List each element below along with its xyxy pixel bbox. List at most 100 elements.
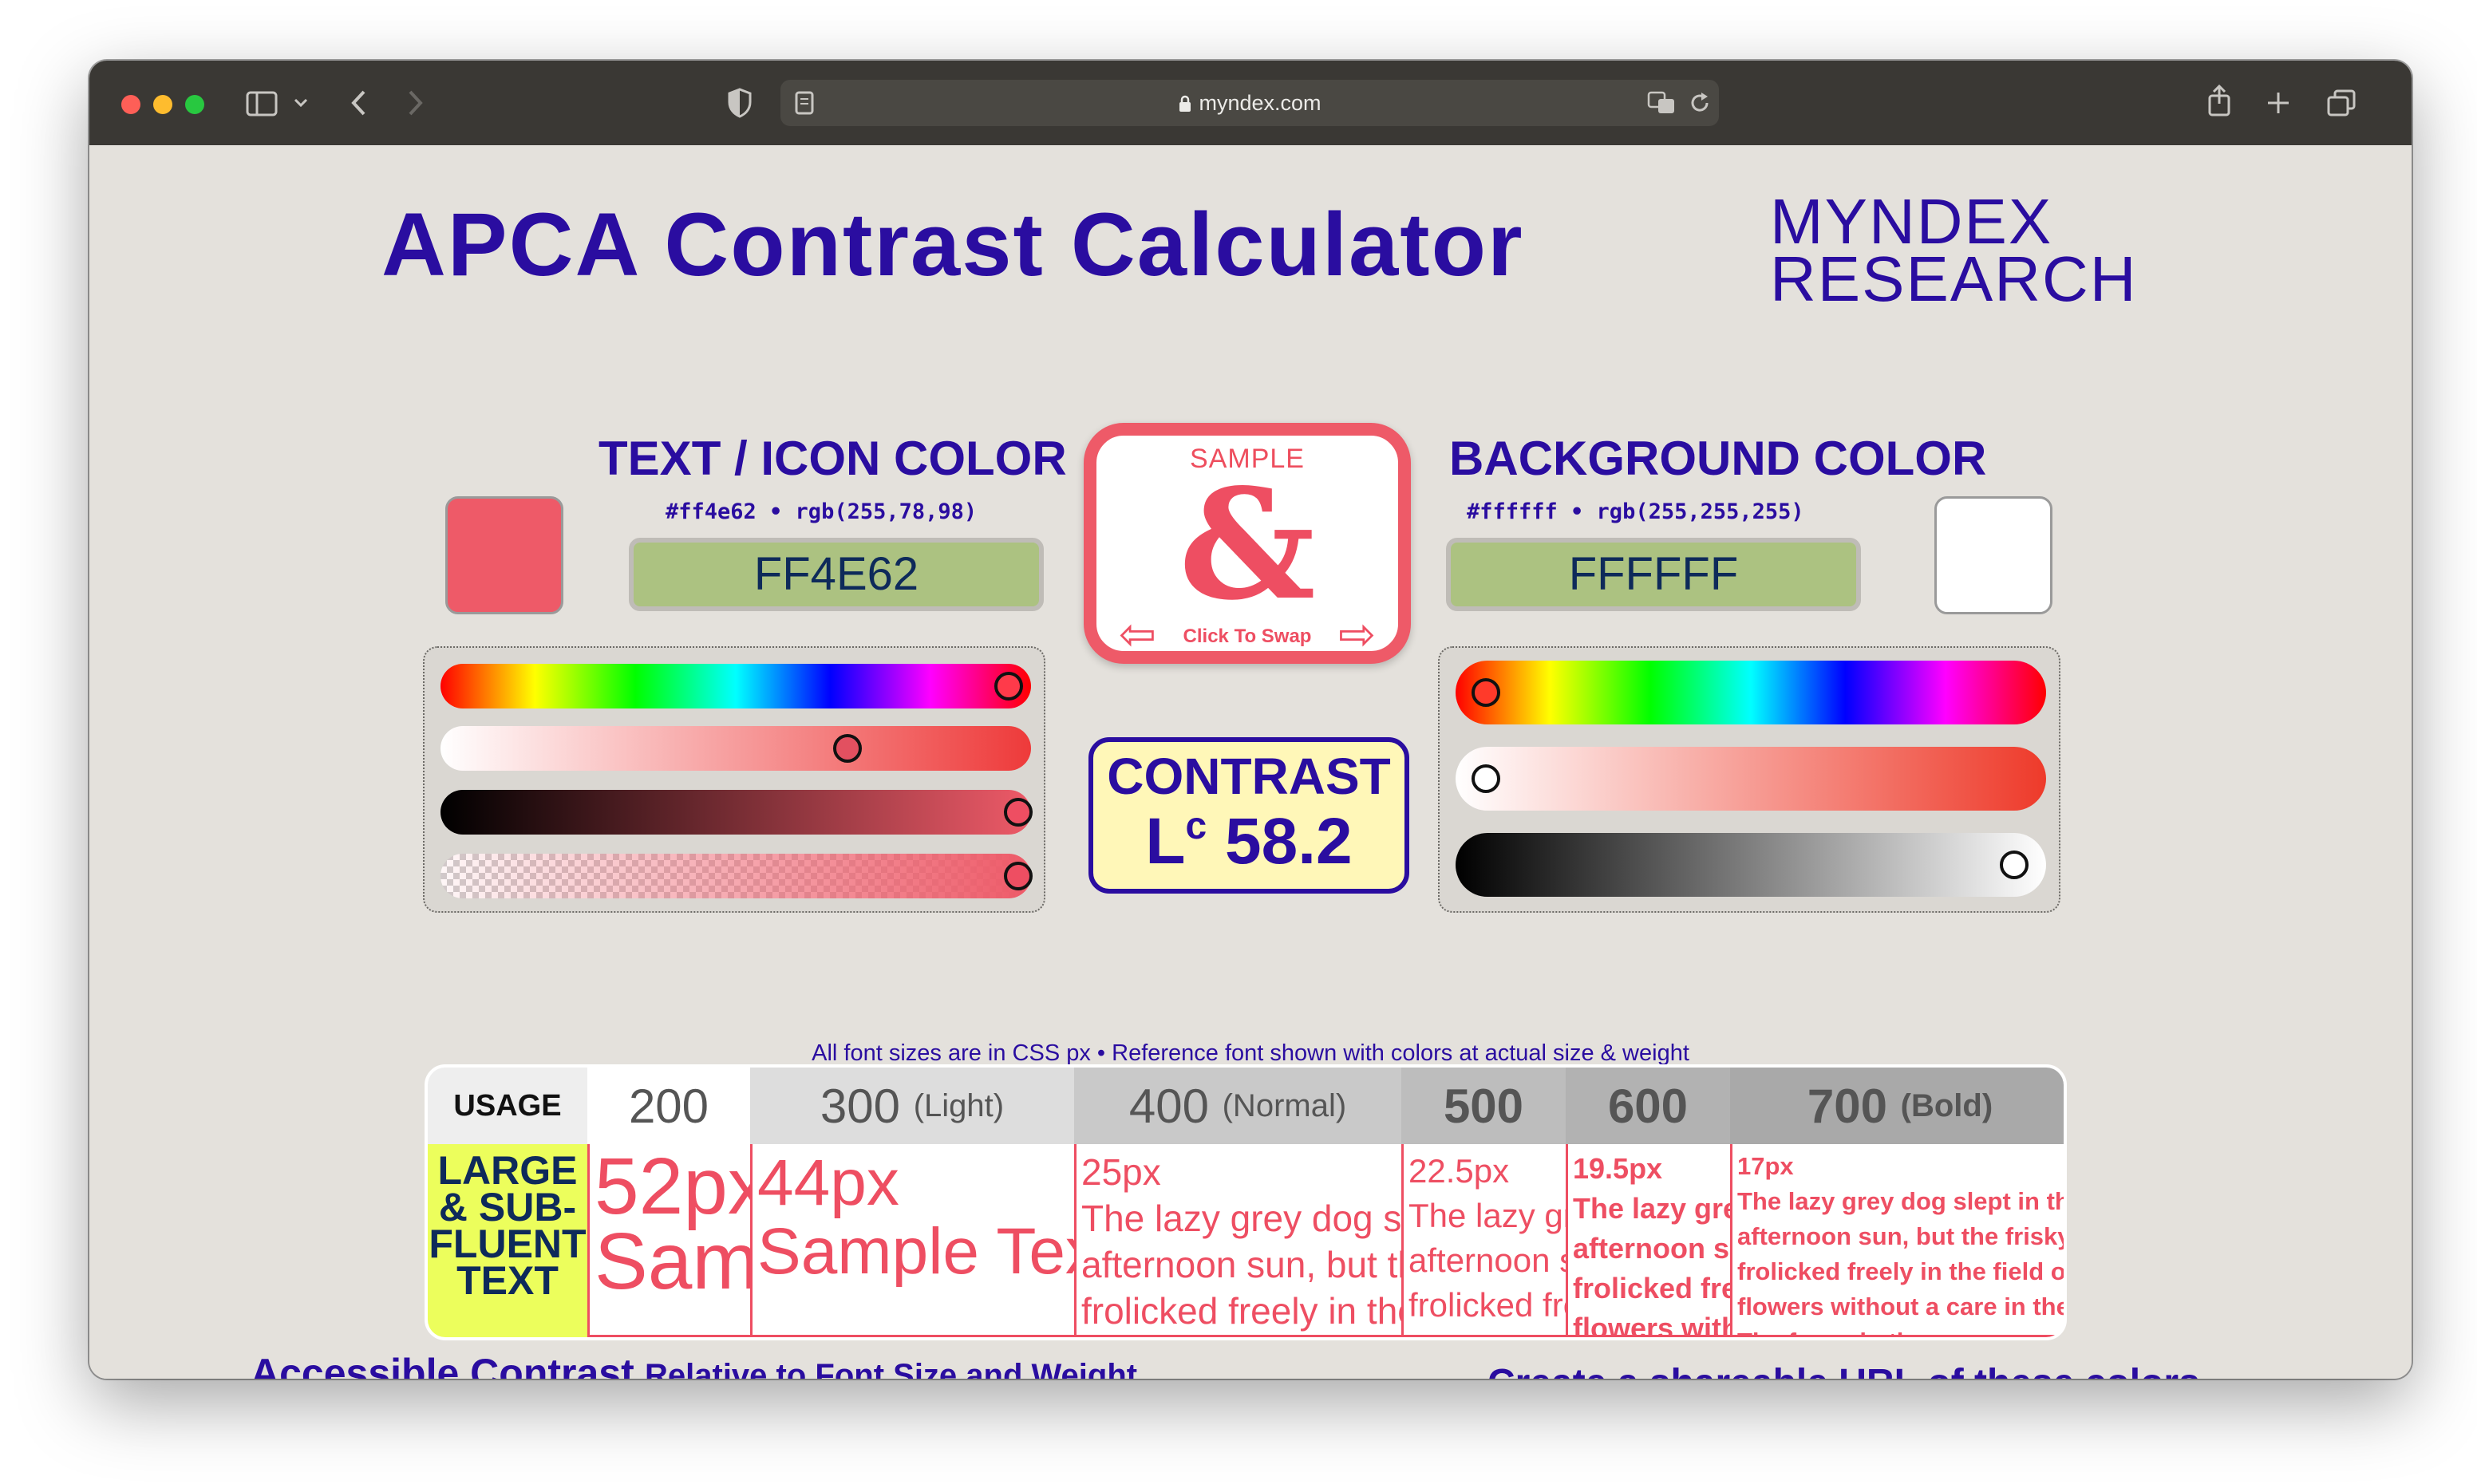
zoom-window-button[interactable] (185, 95, 204, 114)
text-saturation-slider[interactable] (440, 726, 1031, 771)
reload-icon[interactable] (1689, 91, 1711, 115)
sample-text-line: The lazy grey dog slept in the (1737, 1187, 2067, 1215)
weight-300-header: 300 (Light) (750, 1068, 1074, 1144)
usage-line: TEXT (456, 1258, 559, 1303)
text-hue-slider[interactable] (440, 664, 1031, 708)
text-alpha-slider[interactable] (440, 854, 1031, 898)
chevron-down-icon[interactable] (294, 97, 308, 109)
font-size-weight-link[interactable]: Relative to Font Size and Weight (645, 1358, 1137, 1379)
sample-text-line: afternoon sun, but the frisky (1737, 1222, 2067, 1250)
weight-label: 500 (1443, 1079, 1524, 1133)
font-size-label: 17px (1737, 1152, 1794, 1180)
browser-toolbar: myndex.com (89, 61, 2412, 145)
weight-label: 300 (820, 1079, 901, 1133)
swap-colors-button[interactable]: SAMPLE & ⇦ ⇨ Click To Swap (1084, 423, 1411, 664)
privacy-shield-icon[interactable] (728, 88, 752, 118)
usage-line: LARGE (437, 1148, 578, 1193)
weight-700-sample: 17px The lazy grey dog slept in the afte… (1730, 1144, 2067, 1337)
sample-text-line: afternoon sun, (1408, 1241, 1566, 1279)
weight-300-sample: 44px Sample Text (750, 1144, 1074, 1337)
share-url-link[interactable]: Create a shareable URL of these colors (1487, 1361, 2200, 1379)
lc-prefix: L (1145, 805, 1186, 878)
weight-600-column: 600 19.5px The lazy grey dog afternoon s… (1566, 1068, 1730, 1337)
ampersand-sample: & (1179, 456, 1316, 633)
translate-icon[interactable] (1647, 91, 1676, 115)
sample-text-line: flowers without (1573, 1312, 1730, 1337)
weight-500-sample: 22.5px The lazy grey dog afternoon sun, … (1401, 1144, 1566, 1337)
text-lightness-slider-handle[interactable] (1004, 798, 1033, 827)
forward-arrow-icon[interactable] (407, 89, 425, 116)
weight-600-header: 600 (1566, 1068, 1730, 1144)
url-text: myndex.com (1199, 91, 1321, 115)
font-size-label: 25px (1081, 1151, 1161, 1193)
sample-text-line: Sample Text (757, 1215, 1074, 1288)
weight-700-column: 700 (Bold) 17px The lazy grey dog slept … (1730, 1068, 2067, 1337)
bg-hue-slider[interactable] (1456, 661, 2046, 724)
weight-500-column: 500 22.5px The lazy grey dog afternoon s… (1401, 1068, 1566, 1337)
background-color-heading: BACKGROUND COLOR (1449, 432, 1987, 485)
text-color-sliders (423, 646, 1045, 913)
bg-saturation-slider[interactable] (1456, 747, 2046, 811)
weight-qualifier: (Bold) (1900, 1087, 1993, 1123)
weight-400-column: 400 (Normal) 25px The lazy grey dog slep… (1074, 1068, 1401, 1337)
font-size-note: All font sizes are in CSS px • Reference… (812, 1040, 1689, 1066)
bg-lightness-slider-handle[interactable] (2000, 851, 2029, 879)
sample-text-line: frolicked freely (1573, 1272, 1730, 1304)
address-text: myndex.com (780, 91, 1719, 116)
sample-text-line: afternoon sun, but the frisky (1081, 1244, 1401, 1285)
text-color-hex-input[interactable]: FF4E62 (629, 538, 1044, 611)
weight-200-column: 200 52px Sample Text (587, 1068, 750, 1337)
text-alpha-slider-handle[interactable] (1004, 862, 1033, 890)
weight-qualifier: (Normal) (1222, 1087, 1347, 1123)
usage-description: LARGE & SUB- FLUENT TEXT (428, 1144, 587, 1337)
usage-line: FLUENT (429, 1222, 587, 1266)
sample-text-line: frolicked freely in the field of (1737, 1257, 2067, 1285)
close-window-button[interactable] (121, 95, 140, 114)
weight-label: 200 (628, 1079, 709, 1133)
sample-text-line: frolicked freely (1408, 1286, 1566, 1324)
font-size-label: 22.5px (1408, 1152, 1510, 1190)
font-size-label: 44px (757, 1147, 899, 1219)
font-size-label: 52px (595, 1144, 750, 1231)
browser-window: myndex.com APCA Contrast Calculator MYND… (89, 61, 2412, 1379)
tab-overview-icon[interactable] (2327, 89, 2356, 116)
logo-research[interactable]: RESEARCH (1770, 243, 2138, 316)
sidebar-toggle-icon[interactable] (246, 91, 278, 116)
background-color-info: #ffffff • rgb(255,255,255) (1467, 499, 1804, 524)
weight-label: 600 (1607, 1079, 1689, 1133)
sample-text-line: Sample Text (595, 1217, 750, 1306)
share-icon[interactable] (2207, 85, 2231, 116)
sample-text-line: afternoon sun (1573, 1232, 1730, 1265)
accessible-contrast-link[interactable]: Accessible Contrast (251, 1350, 634, 1379)
contrast-label: CONTRAST (1107, 748, 1391, 805)
font-size-label: 19.5px (1573, 1152, 1663, 1185)
page-content: APCA Contrast Calculator MYNDEX RESEARCH… (89, 145, 2412, 1379)
sample-text-line: frolicked freely in the field (1081, 1290, 1401, 1332)
text-color-swatch[interactable] (445, 496, 563, 614)
background-color-hex-input[interactable]: FFFFFF (1446, 538, 1861, 611)
weight-300-column: 300 (Light) 44px Sample Text (750, 1068, 1074, 1337)
new-tab-icon[interactable] (2266, 91, 2290, 115)
bg-hue-slider-handle[interactable] (1472, 678, 1500, 707)
text-lightness-slider[interactable] (440, 790, 1031, 835)
background-color-swatch[interactable] (1934, 496, 2052, 614)
weight-400-header: 400 (Normal) (1074, 1068, 1401, 1144)
contrast-value: Lc 58.2 (1093, 804, 1404, 879)
back-arrow-icon[interactable] (350, 89, 367, 116)
weight-400-sample: 25px The lazy grey dog slept in the afte… (1074, 1144, 1401, 1337)
minimize-window-button[interactable] (153, 95, 172, 114)
bg-lightness-slider[interactable] (1456, 833, 2046, 897)
bg-saturation-slider-handle[interactable] (1472, 764, 1500, 793)
weight-200-sample: 52px Sample Text (587, 1144, 750, 1337)
lock-icon (1179, 95, 1191, 112)
sample-text-line: The lazy grey dog slept in the (1081, 1198, 1401, 1239)
font-lookup-table: USAGE LARGE & SUB- FLUENT TEXT 200 52px … (425, 1064, 2067, 1340)
usage-column: USAGE LARGE & SUB- FLUENT TEXT (428, 1068, 587, 1337)
weight-600-sample: 19.5px The lazy grey dog afternoon sun f… (1566, 1144, 1730, 1337)
address-bar[interactable]: myndex.com (780, 80, 1719, 126)
weight-label: 700 (1807, 1079, 1887, 1133)
contrast-result: CONTRAST Lc 58.2 (1088, 737, 1409, 894)
text-saturation-slider-handle[interactable] (833, 734, 862, 763)
text-hue-slider-handle[interactable] (994, 672, 1023, 701)
sample-text-line: The lazy grey dog (1408, 1197, 1566, 1234)
